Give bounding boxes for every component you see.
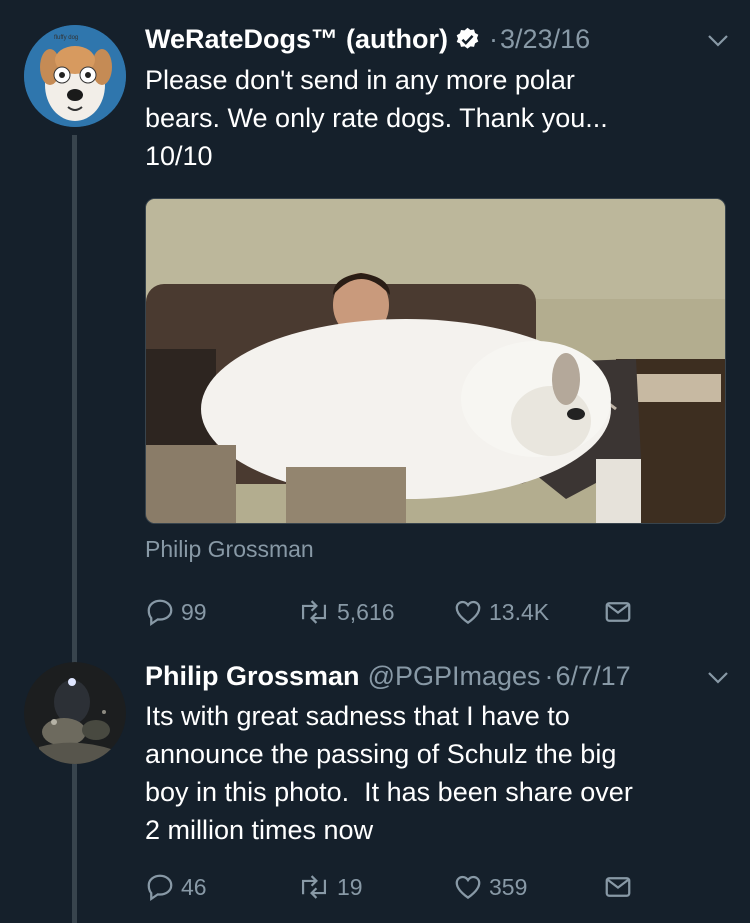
tweet2-actions: 46 19 359 (145, 872, 665, 906)
tweet1-date[interactable]: 3/23/16 (500, 24, 590, 55)
tweet2-date[interactable]: 6/7/17 (556, 661, 631, 692)
message-button[interactable] (603, 597, 639, 627)
tweet1-separator: · (489, 24, 499, 54)
message-button[interactable] (603, 872, 639, 902)
tweet2-display-name[interactable]: Philip Grossman (145, 661, 360, 692)
retweet-button[interactable]: 19 (297, 872, 363, 902)
media-credit[interactable]: Philip Grossman (145, 536, 314, 563)
retweet-count: 19 (337, 873, 363, 900)
like-icon (455, 600, 481, 624)
chevron-down-icon[interactable] (707, 671, 729, 685)
message-icon (605, 877, 631, 897)
like-icon (455, 875, 481, 899)
author-tag: (author) (346, 24, 449, 54)
reply-count: 99 (181, 598, 207, 625)
thread-line (72, 135, 77, 923)
verified-icon (454, 26, 481, 53)
retweet-button[interactable]: 5,616 (297, 597, 395, 627)
retweet-count: 5,616 (337, 598, 395, 625)
chevron-down-icon[interactable] (707, 34, 729, 48)
like-count: 13.4K (489, 598, 550, 625)
reply-icon (147, 599, 173, 627)
reply-count: 46 (181, 873, 207, 900)
tweet2-separator: · (544, 661, 554, 691)
pgpimages-avatar[interactable] (24, 662, 126, 764)
retweet-icon (301, 600, 327, 624)
avatar-caption: fluffy dog (54, 35, 79, 41)
tweet1-display-name[interactable]: WeRateDogs™ (145, 24, 338, 55)
reply-button[interactable]: 99 (145, 597, 207, 627)
tweet2-header: Philip Grossman @PGPImages · 6/7/17 (145, 661, 631, 692)
like-button[interactable]: 13.4K (453, 597, 549, 627)
like-button[interactable]: 359 (453, 872, 527, 902)
retweet-icon (301, 875, 327, 899)
tweet2-text: Its with great sadness that I have to an… (145, 701, 633, 845)
tweet2-handle[interactable]: @PGPImages (368, 661, 541, 692)
weratedogs-avatar[interactable]: fluffy dog (24, 25, 126, 127)
message-icon (605, 602, 631, 622)
reply-icon (147, 874, 173, 902)
tweet1-text: Please don't send in any more polar bear… (145, 65, 608, 171)
tweet1-header: WeRateDogs™ (author) · 3/23/16 (145, 24, 590, 55)
tweet1-actions: 99 5,616 13.4K (145, 597, 665, 631)
like-count: 359 (489, 873, 528, 900)
reply-button[interactable]: 46 (145, 872, 207, 902)
tweet1-photo[interactable] (145, 198, 726, 524)
